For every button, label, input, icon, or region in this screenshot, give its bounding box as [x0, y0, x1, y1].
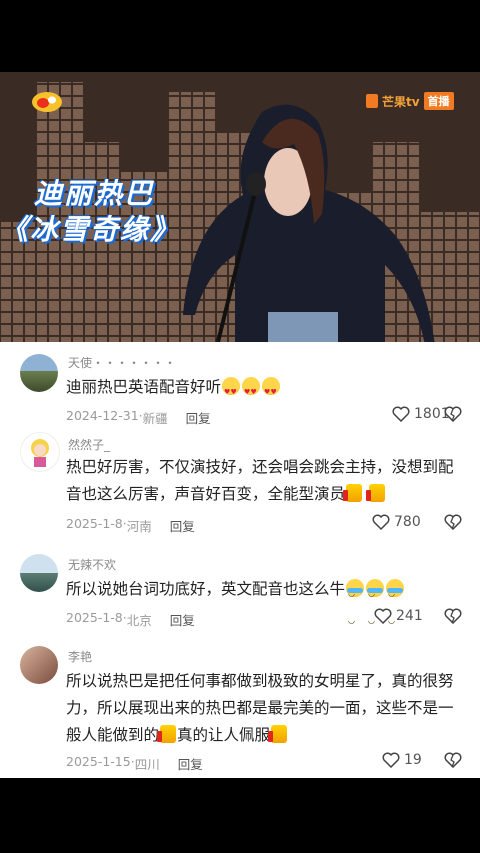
- dislike-broken-heart-icon[interactable]: [444, 608, 462, 624]
- video-title-line2: 《冰雪奇缘》: [0, 213, 181, 246]
- comment-text: 所以说热巴是把任何事都做到极致的女明星了，真的很努力，所以展现出来的热巴都是最完…: [66, 668, 466, 749]
- video-title-line1: 迪丽热巴: [34, 177, 155, 210]
- comment-date: 2025-1-15: [66, 754, 131, 769]
- like-button[interactable]: 19: [382, 752, 422, 768]
- comment-meta: 2025-1-15 · 四川 回复: [66, 754, 203, 773]
- heart-eyes-icon: [242, 377, 261, 406]
- heart-outline-icon: [382, 752, 400, 768]
- comment-body: 迪丽热巴英语配音好听: [66, 378, 222, 396]
- comment-location: 新疆: [142, 411, 168, 426]
- comment-text: 所以说她台词功底好，英文配音也这么牛: [66, 576, 466, 634]
- thumbs-up-icon: [365, 484, 385, 502]
- reply-button[interactable]: 回复: [178, 754, 203, 773]
- crying-laugh-icon: [386, 579, 405, 634]
- comment-username[interactable]: 李艳: [68, 648, 92, 665]
- heart-eyes-icon: [262, 377, 281, 406]
- avatar[interactable]: [20, 554, 58, 592]
- avatar[interactable]: [20, 646, 58, 684]
- comment-location: 北京: [126, 613, 152, 628]
- avatar[interactable]: [20, 354, 58, 392]
- comment-body-continued: 真的让人佩服: [177, 726, 271, 744]
- like-button[interactable]: 780: [372, 514, 421, 530]
- comment-text: 热巴好厉害，不仅演技好，还会唱会跳会主持，没想到配音也这么厉害，声音好百变，全能…: [66, 454, 466, 508]
- comment-username[interactable]: 无辣不欢: [68, 556, 116, 573]
- comment-date: 2025-1-8: [66, 516, 123, 531]
- comment-text: 迪丽热巴英语配音好听: [66, 374, 466, 406]
- thumbs-up-icon: [268, 725, 288, 743]
- comment-list[interactable]: 天使・・・・・・・ 迪丽热巴英语配音好听 2024-12-31·新疆 回复 18…: [0, 342, 480, 778]
- comment-location: 四川: [134, 757, 160, 772]
- thumbs-up-icon: [157, 725, 177, 743]
- comment-meta: 2024-12-31 · 新疆 回复: [66, 408, 211, 427]
- like-button[interactable]: 1801: [392, 406, 450, 422]
- comment-date: 2024-12-31: [66, 408, 139, 423]
- dislike-broken-heart-icon[interactable]: [444, 752, 462, 768]
- comment-location: 河南: [126, 519, 152, 534]
- heart-outline-icon: [374, 608, 392, 624]
- cartoon-girl-avatar-icon: [31, 439, 49, 467]
- avatar[interactable]: [20, 432, 60, 472]
- heart-outline-icon: [372, 514, 390, 530]
- reply-button[interactable]: 回复: [186, 408, 211, 427]
- like-count: 780: [394, 514, 421, 530]
- crying-laugh-icon: [346, 579, 365, 634]
- dislike-broken-heart-icon[interactable]: [444, 406, 462, 422]
- comment-meta: 2025-1-8 · 北京 回复: [66, 610, 195, 629]
- comment-body: 热巴好厉害，不仅演技好，还会唱会跳会主持，没想到配音也这么厉害，声音好百变，全能…: [66, 458, 454, 503]
- dislike-broken-heart-icon[interactable]: [444, 514, 462, 530]
- heart-outline-icon: [392, 406, 410, 422]
- comment-username[interactable]: 然然子_: [68, 436, 110, 453]
- like-count: 19: [404, 752, 422, 768]
- crying-laugh-icon: [366, 579, 385, 634]
- like-count: 241: [396, 608, 423, 624]
- heart-eyes-icon: [222, 377, 241, 406]
- premiere-badge: 首播: [423, 92, 454, 110]
- mango-logo-icon: [366, 94, 378, 108]
- comment-body: 所以说她台词功底好，英文配音也这么牛: [66, 580, 346, 598]
- reply-button[interactable]: 回复: [170, 516, 195, 535]
- comment-meta: 2025-1-8 · 河南 回复: [66, 516, 195, 535]
- comment-date: 2025-1-8: [66, 610, 123, 625]
- mango-tv-watermark: 芒果tv 首播: [366, 92, 454, 110]
- mango-brand-text: 芒果tv: [382, 94, 420, 109]
- like-button[interactable]: 241: [374, 608, 423, 624]
- comment-username[interactable]: 天使・・・・・・・: [68, 354, 176, 371]
- thumbs-up-icon: [343, 484, 363, 502]
- reply-button[interactable]: 回复: [170, 610, 195, 629]
- hunan-tv-logo: [32, 92, 62, 112]
